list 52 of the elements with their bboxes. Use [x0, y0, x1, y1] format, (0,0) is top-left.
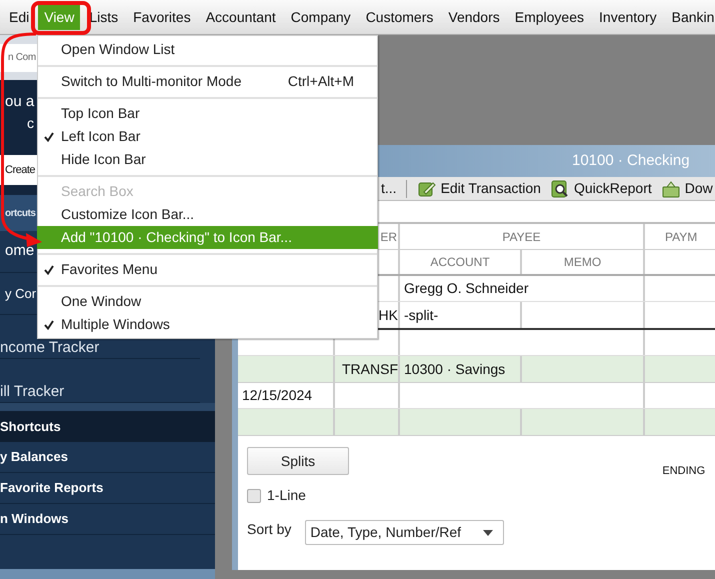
column-header: MEMO — [564, 254, 602, 271]
box-icon — [662, 180, 680, 198]
toolbar-button[interactable]: Dow — [656, 178, 715, 199]
sort-label: Sort by — [247, 520, 292, 539]
menu-entry[interactable]: Left Icon Bar — [37, 125, 378, 148]
menu-item[interactable]: Customers — [360, 4, 440, 30]
table-cell-text: Gregg O. Schneider — [404, 279, 529, 298]
menu-item[interactable]: Edi — [3, 4, 36, 30]
table-cell-text: HK — [378, 306, 398, 324]
banner-text: ou a — [5, 92, 34, 112]
checkbox[interactable] — [247, 488, 261, 502]
toolbar-button[interactable]: t... — [378, 178, 400, 199]
menu-item[interactable]: Inventory — [593, 4, 663, 30]
menu-item[interactable]: Vendors — [442, 4, 506, 30]
table-cell-text: 10300 · Savings — [404, 360, 506, 379]
sidebar-link[interactable]: Favorite Reports — [0, 473, 215, 504]
menu-entry[interactable]: Top Icon Bar — [37, 102, 378, 125]
menu-entry[interactable]: Favorites Menu — [37, 258, 378, 281]
caret-icon — [483, 530, 494, 536]
menu-entry[interactable]: Open Window List — [37, 38, 378, 61]
ending-balance-label: ENDING — [662, 464, 706, 479]
menu-entry[interactable]: One Window — [37, 290, 378, 313]
checkbox-label: 1-Line — [267, 486, 306, 505]
highlight-box — [31, 1, 91, 35]
menu-entry[interactable]: Customize Icon Bar... — [37, 203, 378, 226]
table-cell-text: -split- — [404, 306, 438, 325]
sidebar-link[interactable]: n Windows — [0, 504, 215, 535]
menu-item[interactable]: Company — [284, 4, 357, 30]
shortcut-text: Ctrl+Alt+M — [288, 72, 354, 91]
menu-entry[interactable]: Hide Icon Bar — [37, 148, 378, 171]
section-header: Shortcuts — [0, 411, 215, 442]
column-header: PAYEE — [502, 228, 541, 246]
table-cell-text: 12/15/2024 — [242, 386, 312, 405]
menu-entry[interactable]: Switch to Multi-monitor Mode Ctrl+Alt+M — [37, 70, 378, 93]
pencil-note-icon — [418, 180, 436, 198]
column-header: ER — [380, 228, 397, 246]
sidebar-link[interactable]: y Balances — [0, 442, 215, 473]
window-title: 10100 · Checking — [572, 150, 690, 171]
menu-item[interactable]: Accountant — [200, 4, 282, 30]
menu-item[interactable]: Favorites — [127, 4, 197, 30]
transaction-row[interactable]: 12/15/2024 — [238, 383, 715, 436]
sort-dropdown[interactable]: Date, Type, Number/Ref — [305, 520, 504, 545]
splits-button[interactable]: Splits — [247, 447, 349, 475]
column-header: PAYM — [665, 228, 698, 246]
toolbar-button[interactable]: QuickReport — [546, 178, 657, 199]
banner-text: c — [27, 114, 34, 134]
table-cell-text: TRANSF — [342, 360, 398, 378]
toolbar-button[interactable]: Edit Transaction — [412, 178, 546, 199]
magnifier-report-icon — [550, 180, 569, 198]
column-header: ACCOUNT — [430, 254, 490, 271]
menu-item[interactable]: Employees — [508, 4, 590, 30]
menu-item[interactable]: Bankin — [666, 4, 715, 30]
